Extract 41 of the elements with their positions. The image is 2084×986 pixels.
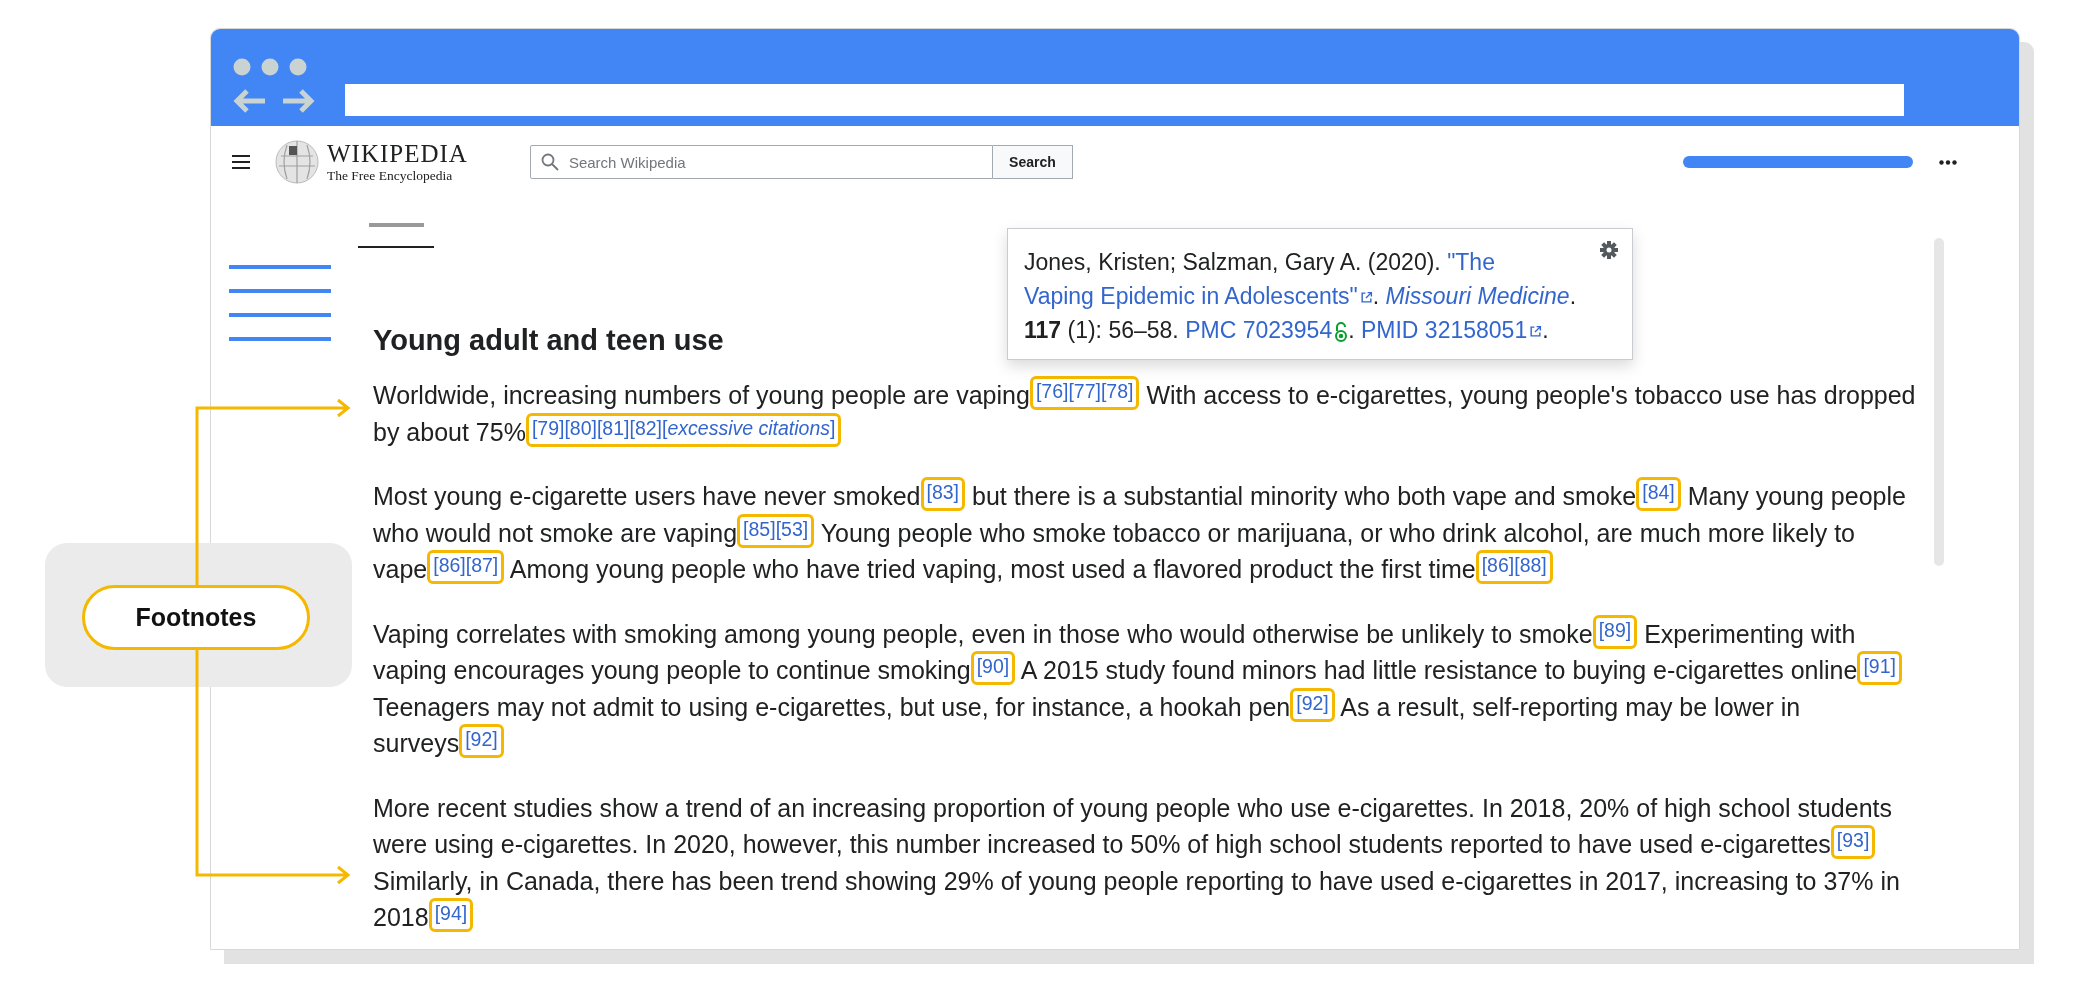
footnote-link[interactable]: [90] [970,651,1016,685]
footnote-link[interactable]: [92] [459,724,504,758]
window-controls-icon[interactable] [233,58,307,76]
external-link-icon [1529,325,1543,339]
journal-link[interactable]: Missouri Medicine [1385,283,1570,309]
more-icon[interactable] [1939,159,1957,165]
paragraph: Most young e-cigarette users have never smoked $^{[83]}$ but there is a substantial minority who both vape and smoke $^{[84]}$ Many young people who would not smoke are vaping $^{[85][53]}$ Young people who smoke tobacco or marijuana, or who drink alcohol, are much more likely to vape $^{[86][87]}$ Among young people who have tried vaping, most used a flavored product the first time $^{[86][88]}$ [373,478,1918,588]
menu-icon[interactable] [231,154,251,170]
back-arrow-icon[interactable] [233,88,267,114]
footnote-link[interactable]: [94] [428,898,474,932]
footnote-link[interactable]: [83] [920,477,966,511]
citation-link[interactable]: Vaping Epidemic in Adolescents" [1024,283,1358,309]
citation-link[interactable]: "The [1447,249,1495,275]
paragraph: More recent studies show a trend of an increasing proportion of young people who use e-cigarettes. In 2018, 20% of high school students were using e-cigarettes. In 2020, however, this number increased to 50% of high school students reported to have used e-cigarettes $^{[93]}$ Similarly, in Canada, there has been trend showing 29% of young people reporting to have used e-cigarettes in 2017, increasing to 37% in 2018 $^{[94]}$ [373,792,1901,934]
footnote-link[interactable]: [89] [1592,614,1638,649]
section-heading: Young adult and teen use [373,324,724,357]
scrollbar[interactable] [1934,238,1944,566]
footnote-link[interactable]: [86][87] [427,550,505,584]
footnote-link[interactable]: [86][88] [1475,550,1553,584]
footnote-link[interactable]: [79][80][81][82][excessive citations] [525,412,842,447]
callout-label: Footnotes [82,585,310,650]
pmc-link[interactable]: PMC 7023954 [1185,317,1333,343]
logo-title[interactable]: WIKIPEDIA [327,141,468,167]
footnote-link[interactable]: [92] [1290,687,1335,722]
search-button[interactable]: Search [992,145,1073,179]
forward-arrow-icon[interactable] [281,88,315,114]
external-link-icon [1359,291,1373,305]
reference-tooltip: Jones, Kristen; Salzman, Gary A. (2020). "The Vaping Epidemic in Adolescents" . Missouri Medicine. 117 (1): 56–58. PMC 7023954 . PMID 32158051 . [1007,228,1633,360]
padlock-icon [1334,320,1349,343]
footnote-link[interactable]: [93] [1830,825,1876,859]
paragraph: Vaping correlates with smoking among young people, even in those who would otherwise be unlikely to smoke $^{[89]}$ Experimenting with vaping encourages young people to continue smoking $^{[90]}$ A 2015 study found minors had little resistance to buying e-cigarettes online $^{[91]}$ Teenagers may not admit to using e-cigarettes, but use, for instance, a hookah pen $^{[92]}$ As a result, self-reporting may be lower in surveys $^{[92]}$ [373,615,1918,762]
footnote-link[interactable]: [85][53] [737,513,815,548]
search-field[interactable]: Search Wikipedia [529,145,993,179]
footnote-link[interactable]: [76][77][78] [1029,376,1140,410]
footnote-link[interactable]: [91] [1857,651,1902,685]
globe-icon[interactable] [275,140,319,184]
search-icon [540,153,559,171]
settings-icon[interactable] [1600,241,1618,259]
logo-subtitle: The Free Encyclopedia [327,169,454,183]
citation-link[interactable]: PMID 32158051 [1360,317,1528,343]
footnote-link[interactable]: [84] [1636,477,1681,511]
